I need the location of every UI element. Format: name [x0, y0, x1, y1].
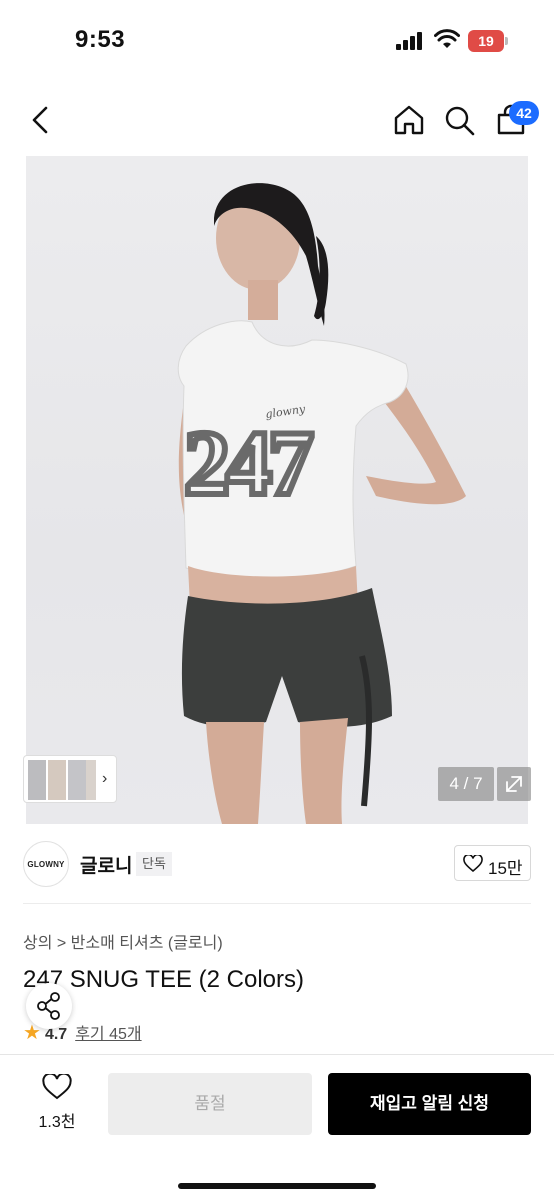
review-count-link[interactable]: 후기 45개 [75, 1026, 141, 1043]
home-indicator [178, 1183, 376, 1189]
top-nav-bar [0, 84, 554, 156]
chevron-right-icon: › [102, 770, 108, 787]
wifi-icon [434, 28, 460, 50]
soldout-button[interactable]: 품절 [108, 1073, 312, 1135]
brand-logo[interactable]: GLOWNY [23, 841, 69, 887]
search-icon[interactable] [443, 102, 477, 138]
battery-icon: 19 [468, 30, 508, 52]
category-breadcrumb[interactable]: 상의 > 반소매 티셔츠 (글로니) [23, 929, 223, 953]
heart-icon [463, 855, 483, 873]
share-icon[interactable] [26, 983, 72, 1029]
expand-icon[interactable] [497, 767, 531, 801]
heart-icon [42, 1074, 72, 1100]
brand-name[interactable]: 글로니 [80, 851, 132, 878]
battery-level: 19 [468, 30, 504, 52]
image-counter: 4 / 7 [438, 767, 494, 801]
wishlist-button[interactable]: 1.3천 [30, 1074, 84, 1134]
exclusive-badge: 단독 [136, 852, 172, 876]
back-icon[interactable] [24, 102, 58, 138]
status-bar: 9:53 19 [0, 0, 554, 84]
status-time: 9:53 [75, 26, 126, 53]
restock-alert-button[interactable]: 재입고 알림 신청 [328, 1073, 531, 1135]
signal-icon [396, 32, 424, 50]
brand-like-button[interactable]: 15만 [454, 845, 531, 881]
wishlist-count: 1.3천 [38, 1114, 76, 1131]
svg-text:247: 247 [184, 412, 312, 514]
brand-like-count: 15만 [488, 859, 523, 878]
thumbnail-strip[interactable]: › [23, 755, 117, 803]
cart-count-badge: 42 [509, 101, 539, 125]
home-icon[interactable] [392, 102, 426, 138]
product-image[interactable]: 247 glowny [26, 156, 528, 824]
divider [23, 903, 531, 904]
